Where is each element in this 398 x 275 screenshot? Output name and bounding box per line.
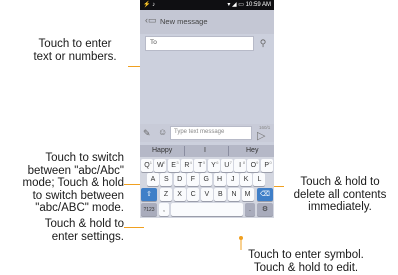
key-c[interactable]: C [187, 188, 200, 201]
emoji-icon[interactable]: ☺ [158, 127, 167, 137]
clock: 10:59 AM [245, 2, 271, 8]
key-w[interactable]: W2 [154, 159, 167, 172]
delete-key[interactable]: ⌫ [257, 188, 273, 201]
key-label: E [171, 162, 176, 169]
key-q[interactable]: Q1 [141, 159, 153, 172]
key-d[interactable]: D [173, 173, 186, 186]
leader-line-settings [124, 227, 144, 228]
message-input[interactable]: Type text message [170, 126, 252, 140]
key-j[interactable]: J [226, 173, 239, 186]
attach-icon[interactable]: ✎ [143, 128, 151, 139]
recipient-placeholder: To [150, 39, 157, 46]
notification-icons: ⚡ ♪ [143, 2, 156, 8]
message-placeholder: Type text message [174, 129, 225, 135]
key-g[interactable]: G [200, 173, 213, 186]
key-f[interactable]: F [186, 173, 199, 186]
suggestion-item[interactable]: Hey [246, 147, 258, 154]
key-u[interactable]: U7 [220, 159, 233, 172]
key-label: U [224, 162, 230, 169]
message-thread-area [140, 52, 274, 124]
suggestion-divider [184, 146, 185, 156]
key-number-hint: 9 [256, 160, 259, 165]
key-i[interactable]: I8 [234, 159, 247, 172]
key-label: Y [211, 162, 216, 169]
recipient-field[interactable]: To [145, 36, 254, 51]
key-number-hint: 6 [216, 160, 219, 165]
key-s[interactable]: S [160, 173, 173, 186]
screen-title: New message [160, 17, 208, 26]
space-key[interactable] [171, 203, 243, 216]
status-indicators: ▾ ◢ ▭ 10:59 AM [227, 0, 271, 10]
key-number-hint: 8 [242, 160, 246, 165]
suggestion-item[interactable]: Happy [152, 147, 172, 154]
callout-switch-case: Touch to switch between "abc/Abc" mode; … [22, 152, 124, 214]
key-p[interactable]: P0 [260, 159, 273, 172]
keyboard: Happy I Hey Q1W2E3R4T5Y6U7I8O9P0 ASDFGHJ… [140, 145, 274, 218]
phone-screen: ⚡ ♪ ▾ ◢ ▭ 10:59 AM ‹▭ New message To ⚲ ✎… [140, 0, 274, 218]
shift-key[interactable]: ⇧ [141, 188, 157, 201]
action-bar: ‹▭ New message [140, 10, 274, 34]
callout-symbol: Touch to enter symbol. Touch & hold to e… [248, 249, 364, 274]
suggestion-divider [228, 146, 229, 156]
status-bar: ⚡ ♪ ▾ ◢ ▭ 10:59 AM [140, 0, 274, 10]
key-label: P [264, 162, 270, 169]
signal-battery-icons: ▾ ◢ ▭ [227, 2, 244, 8]
key-label: R [184, 162, 190, 169]
key-number-hint: 0 [269, 160, 272, 165]
key-v[interactable]: V [200, 188, 213, 201]
key-t[interactable]: T5 [194, 159, 207, 172]
send-button[interactable]: 160/1 ▷ [254, 125, 272, 142]
leader-dot-symbol [239, 236, 243, 240]
key-number-hint: 1 [149, 160, 152, 165]
send-icon: ▷ [257, 130, 266, 142]
key-label: I [239, 162, 242, 169]
symbols-key[interactable]: ?123 [141, 203, 157, 216]
key-number-hint: 4 [189, 160, 192, 165]
key-n[interactable]: N [228, 188, 240, 201]
period-key[interactable]: . [245, 203, 255, 216]
back-arrow-icon[interactable]: ‹▭ [145, 15, 157, 26]
key-a[interactable]: A [147, 173, 159, 186]
key-label: T [198, 162, 203, 169]
key-o[interactable]: O9 [247, 159, 260, 172]
key-z[interactable]: Z [160, 188, 172, 201]
key-e[interactable]: E3 [167, 159, 180, 172]
compose-bar: ✎ ☺ Type text message 160/1 ▷ [140, 124, 274, 142]
callout-settings: Touch & hold to enter settings. [44, 218, 124, 243]
add-contact-icon[interactable]: ⚲ [257, 37, 269, 49]
comma-key[interactable]: , [159, 203, 169, 216]
suggestion-strip: Happy I Hey [140, 145, 274, 157]
key-number-hint: 7 [229, 160, 232, 165]
key-b[interactable]: B [214, 188, 227, 201]
key-k[interactable]: K [240, 173, 253, 186]
key-m[interactable]: M [241, 188, 254, 201]
key-r[interactable]: R4 [180, 159, 193, 172]
suggestion-item[interactable]: I [204, 147, 206, 154]
key-number-hint: 3 [176, 160, 179, 165]
key-number-hint: 2 [163, 160, 166, 165]
key-l[interactable]: L [253, 173, 266, 186]
key-x[interactable]: X [173, 188, 186, 201]
callout-enter-text: Touch to enter text or numbers. [33, 38, 117, 63]
callout-delete: Touch & hold to delete all contents imme… [293, 176, 387, 213]
key-h[interactable]: H [213, 173, 226, 186]
settings-key[interactable]: ⚙ [257, 203, 273, 216]
key-number-hint: 5 [202, 160, 206, 165]
key-y[interactable]: Y6 [207, 159, 220, 172]
